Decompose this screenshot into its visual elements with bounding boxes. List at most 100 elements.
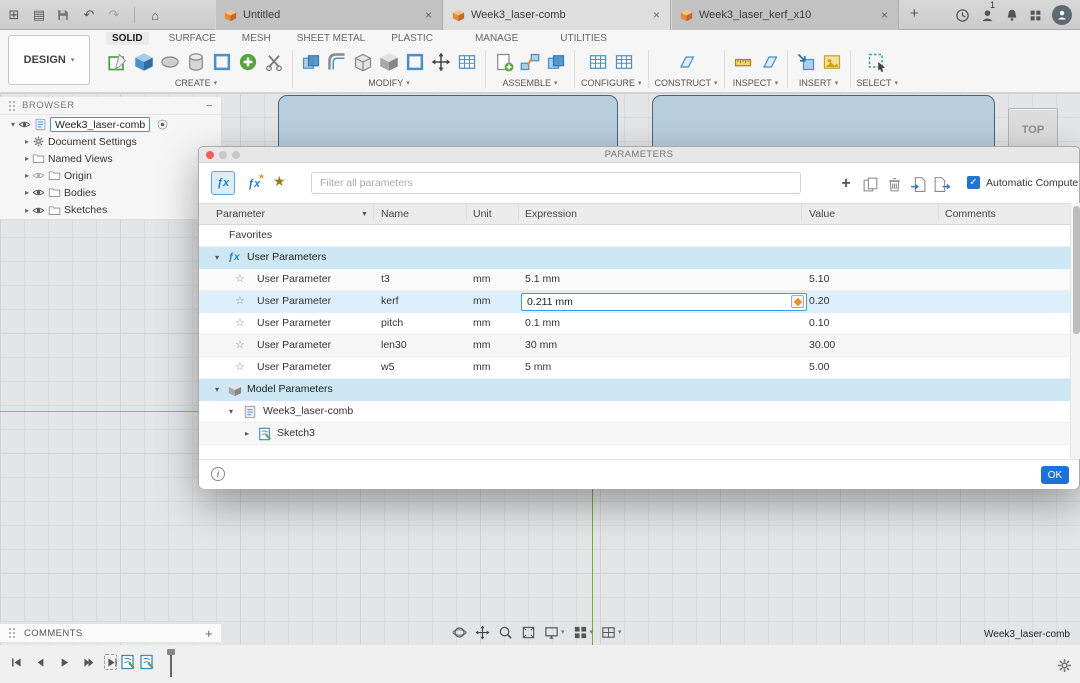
browser-item-sketches[interactable]: ▸ Sketches: [0, 201, 221, 219]
tab-plastic[interactable]: PLASTIC: [385, 32, 439, 45]
sync-status-icon[interactable]: [955, 8, 970, 23]
display-settings-icon[interactable]: ▾: [544, 625, 565, 640]
go-to-start-icon[interactable]: [10, 656, 23, 669]
comments-panel[interactable]: COMMENTS +: [0, 623, 222, 643]
collapse-icon[interactable]: ▾: [229, 401, 233, 422]
timeline-sketch-feature[interactable]: [120, 653, 136, 671]
select-menu[interactable]: SELECT ▾: [857, 78, 899, 88]
add-parameter-button[interactable]: +: [835, 173, 857, 195]
sketch-row[interactable]: ▸ Sketch3: [199, 423, 1070, 445]
browser-root-row[interactable]: ▾ Week3_laser-comb: [0, 115, 221, 133]
notifications-icon[interactable]: [1005, 8, 1019, 22]
combine-icon[interactable]: [377, 50, 401, 74]
expression-reset-icon[interactable]: [791, 295, 804, 308]
col-expression[interactable]: Expression: [525, 204, 577, 225]
workspace-selector[interactable]: DESIGN ▾: [8, 35, 90, 85]
insert-menu[interactable]: INSERT ▾: [799, 78, 838, 88]
root-component-name[interactable]: Week3_laser-comb: [50, 116, 151, 132]
dialog-scrollbar[interactable]: [1070, 203, 1080, 459]
inspect-menu[interactable]: INSPECT ▾: [733, 78, 779, 88]
scrollbar-thumb[interactable]: [1072, 206, 1080, 334]
browser-item-document-settings[interactable]: ▸ Document Settings: [0, 133, 221, 150]
col-name[interactable]: Name: [381, 204, 409, 225]
step-forward-icon[interactable]: [82, 656, 95, 669]
doc-tab-untitled[interactable]: Untitled ×: [215, 0, 443, 30]
step-back-icon[interactable]: [34, 656, 47, 669]
viewports-icon[interactable]: ▾: [601, 625, 622, 640]
construction-plane-icon[interactable]: [674, 50, 698, 74]
doc-tab-week3-laser-kerf-x10[interactable]: Week3_laser_kerf_x10 ×: [671, 0, 899, 30]
sort-desc-icon[interactable]: ▼: [361, 204, 368, 225]
tab-mesh[interactable]: MESH: [236, 32, 277, 45]
create-sketch-icon[interactable]: [106, 50, 130, 74]
fillet-icon[interactable]: [325, 50, 349, 74]
modify-menu[interactable]: MODIFY ▾: [368, 78, 410, 88]
close-tab-icon[interactable]: ×: [879, 8, 890, 22]
sweep-icon[interactable]: [184, 50, 208, 74]
tab-utilities[interactable]: UTILITIES: [554, 32, 613, 45]
split-icon[interactable]: [262, 50, 286, 74]
collapse-icon[interactable]: ▾: [215, 247, 219, 268]
timeline-sketch-feature[interactable]: [139, 653, 155, 671]
expand-icon[interactable]: ▸: [22, 171, 32, 180]
undo-icon[interactable]: ↶: [81, 7, 97, 23]
favorite-star-icon[interactable]: ☆: [235, 291, 245, 312]
measure-icon[interactable]: [731, 50, 755, 74]
col-value[interactable]: Value: [809, 204, 835, 225]
timeline-track[interactable]: [104, 653, 155, 671]
create-menu[interactable]: CREATE ▾: [175, 78, 217, 88]
section-analysis-icon[interactable]: [757, 50, 781, 74]
col-comments[interactable]: Comments: [945, 204, 996, 225]
grip-icon[interactable]: [8, 100, 16, 112]
col-parameter[interactable]: Parameter: [216, 204, 265, 225]
activate-radio-icon[interactable]: [156, 118, 169, 131]
pan-icon[interactable]: [475, 625, 490, 640]
revolve-icon[interactable]: [158, 50, 182, 74]
fit-icon[interactable]: [521, 625, 536, 640]
collaborators-icon[interactable]: 1: [980, 0, 995, 23]
tab-sheet-metal[interactable]: SHEET METAL: [291, 32, 372, 45]
app-grid-icon[interactable]: [1029, 9, 1042, 22]
user-parameters-group-row[interactable]: ▾ ƒx User Parameters: [199, 247, 1070, 269]
grip-icon[interactable]: [8, 627, 16, 639]
timeline-position-marker[interactable]: [167, 649, 175, 677]
canvas-icon[interactable]: [820, 50, 844, 74]
filter-parameters-input[interactable]: [311, 172, 801, 194]
new-tab-button[interactable]: +: [910, 5, 919, 22]
pattern-icon[interactable]: [210, 50, 234, 74]
construct-menu[interactable]: CONSTRUCT ▾: [655, 78, 718, 88]
expand-icon[interactable]: ▸: [245, 423, 249, 444]
browser-item-named-views[interactable]: ▸ Named Views: [0, 150, 221, 167]
add-comment-button[interactable]: +: [205, 626, 213, 641]
grid-settings-icon[interactable]: ▾: [573, 625, 593, 640]
favorite-star-icon[interactable]: ☆: [235, 313, 245, 334]
ok-button[interactable]: OK: [1041, 466, 1069, 484]
expand-icon[interactable]: ▸: [22, 188, 32, 197]
col-unit[interactable]: Unit: [473, 204, 492, 225]
parameter-row-t3[interactable]: ☆ User Parameter t3 mm 5.1 mm 5.10: [199, 269, 1070, 291]
expand-icon[interactable]: ▸: [22, 137, 32, 146]
zoom-icon[interactable]: [498, 625, 513, 640]
visibility-eye-icon[interactable]: [32, 169, 45, 182]
dialog-titlebar[interactable]: PARAMETERS: [199, 147, 1079, 163]
model-parameters-group-row[interactable]: ▾ Model Parameters: [199, 379, 1070, 401]
tab-surface[interactable]: SURFACE: [163, 32, 222, 45]
favorites-row[interactable]: Favorites: [199, 225, 1070, 247]
browser-item-origin[interactable]: ▸ Origin: [0, 167, 221, 184]
shell-icon[interactable]: [351, 50, 375, 74]
delete-parameter-icon[interactable]: [883, 173, 905, 195]
model-component-row[interactable]: ▾ Week3_laser-comb: [199, 401, 1070, 423]
parameter-row-w5[interactable]: ☆ User Parameter w5 mm 5 mm 5.00: [199, 357, 1070, 379]
expand-icon[interactable]: ▸: [22, 206, 32, 215]
assemble-menu[interactable]: ASSEMBLE ▾: [502, 78, 557, 88]
parameter-row-kerf[interactable]: ☆ User Parameter kerf mm 0.20: [199, 291, 1070, 313]
configuration-icon[interactable]: [586, 50, 610, 74]
favorite-star-icon[interactable]: ☆: [235, 357, 245, 378]
visibility-eye-icon[interactable]: [32, 204, 45, 217]
form-icon[interactable]: [236, 50, 260, 74]
visibility-eye-icon[interactable]: [18, 118, 31, 131]
save-icon[interactable]: [56, 8, 72, 22]
export-parameters-icon[interactable]: [930, 173, 952, 195]
redo-icon[interactable]: ↷: [106, 7, 122, 23]
info-icon[interactable]: i: [211, 467, 225, 481]
